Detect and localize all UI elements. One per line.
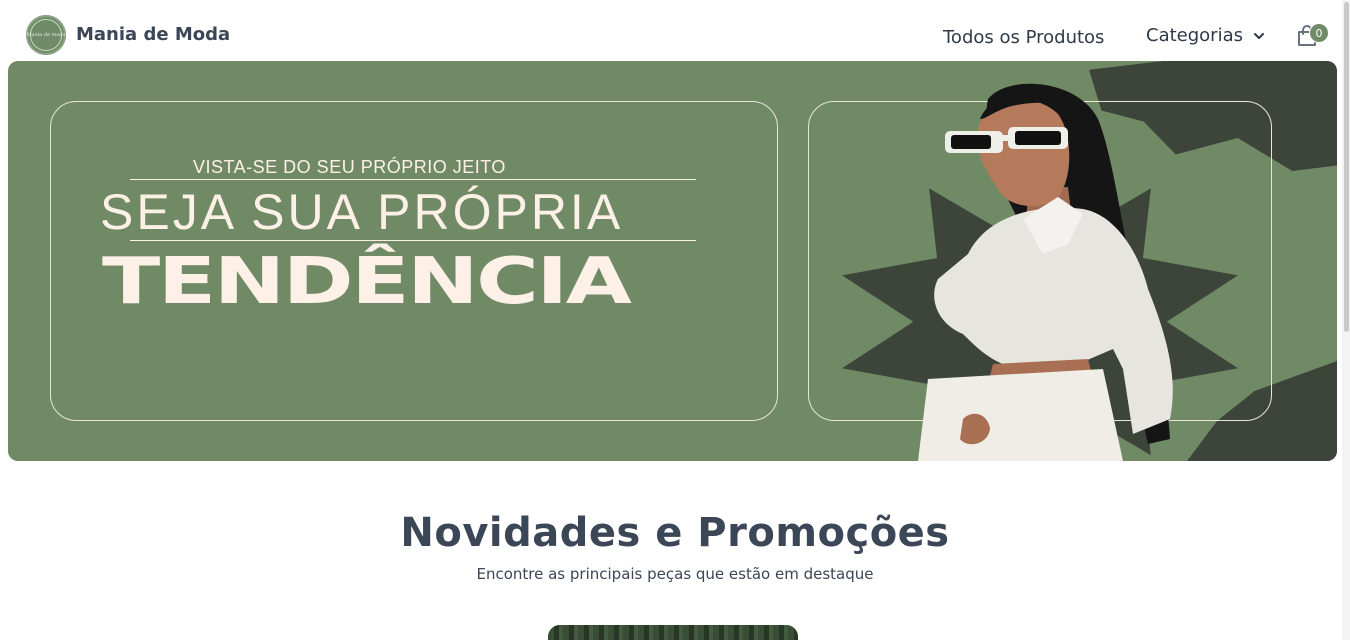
hero-banner[interactable]: VISTA-SE DO SEU PRÓPRIO JEITO SEJA SUA P… — [8, 61, 1337, 461]
site-header: Mania de moda Mania de Moda Todos os Pro… — [0, 0, 1350, 61]
scrollbar-thumb[interactable] — [1344, 2, 1349, 332]
fashion-model-photo — [918, 83, 1173, 461]
nav-all-products-link[interactable]: Todos os Produtos — [943, 27, 1104, 48]
divider — [130, 240, 696, 241]
brand-name[interactable]: Mania de Moda — [76, 24, 230, 45]
logo-emblem: Mania de moda — [26, 19, 66, 51]
product-card[interactable] — [548, 625, 798, 640]
cart-count-badge: 0 — [1309, 23, 1329, 43]
hero-big-word: TENDÊNCIA — [102, 243, 632, 319]
brand-logo[interactable]: Mania de moda — [26, 15, 66, 55]
hero-headline: SEJA SUA PRÓPRIA — [100, 184, 624, 240]
chevron-down-icon — [1253, 32, 1264, 39]
section-title: Novidades e Promoções — [400, 510, 950, 556]
nav-categories-dropdown[interactable]: Categorias — [1146, 25, 1265, 46]
section-subtitle: Encontre as principais peças que estão e… — [476, 565, 874, 583]
hero-tagline: VISTA-SE DO SEU PRÓPRIO JEITO — [193, 157, 506, 177]
nav-categories-label: Categorias — [1146, 25, 1243, 46]
page-scrollbar[interactable] — [1342, 0, 1350, 640]
divider — [130, 179, 696, 180]
cart-button[interactable]: 0 — [1296, 22, 1330, 48]
logo-script-text: Mania de moda — [26, 32, 66, 38]
